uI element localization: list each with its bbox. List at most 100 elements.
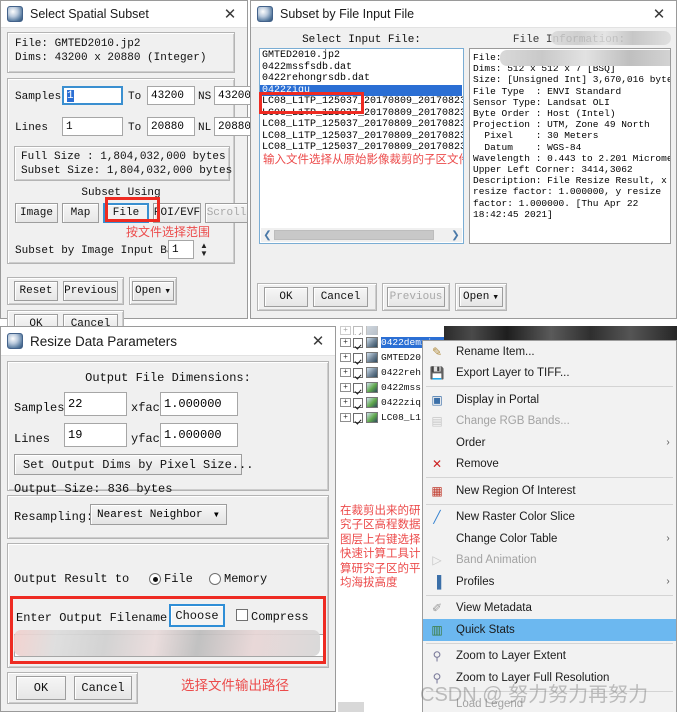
- file-list-hscrollbar[interactable]: ❮ ❯: [261, 228, 462, 242]
- annotation-line: 究子区高程数据: [340, 519, 421, 532]
- output-file-radio[interactable]: [149, 573, 161, 585]
- samples-start-value: 1: [67, 89, 74, 102]
- file-information-box: File: Dims: 512 x 512 x 7 [BSQ] Size: [Uns…: [469, 48, 671, 244]
- chevron-down-icon: ▾: [492, 292, 500, 304]
- file-list-item[interactable]: LC08_L1TP_125037_20170809_20170823_01_T1…: [260, 131, 463, 143]
- menu-item-quick-stats[interactable]: ▥ Quick Stats: [423, 619, 676, 641]
- choose-button[interactable]: Choose: [169, 604, 225, 627]
- open-button[interactable]: Open ▾: [132, 281, 174, 301]
- visibility-checkbox[interactable]: [353, 337, 363, 348]
- close-icon[interactable]: ✕: [646, 3, 672, 25]
- stepper-down-icon: ▼: [200, 248, 208, 258]
- out-lines-input[interactable]: 19: [64, 423, 127, 447]
- expand-icon[interactable]: +: [340, 368, 351, 377]
- lines-start-input[interactable]: 1: [62, 117, 123, 136]
- hscroll-thumb[interactable]: [274, 230, 434, 240]
- menu-item-rename-item[interactable]: ✎ Rename Item...: [423, 341, 676, 363]
- previous-button[interactable]: Previous: [63, 281, 118, 301]
- chevron-left-icon[interactable]: ❮: [261, 230, 274, 241]
- lines-end-value: 20880: [151, 120, 185, 133]
- file-list-item[interactable]: 0422mssfsdb.dat: [260, 62, 462, 74]
- file-info-line: File Type : ENVI Standard: [473, 85, 622, 97]
- expand-icon[interactable]: +: [340, 338, 351, 347]
- annotation-line: 快速计算工具计: [340, 548, 421, 561]
- file-list-item[interactable]: GMTED2010.jp2: [260, 50, 462, 62]
- source-dims-line: Dims: 43200 x 20880 (Integer): [15, 52, 207, 64]
- samples-end-input[interactable]: 43200: [147, 86, 195, 105]
- resampling-select[interactable]: Nearest Neighbor ▾: [90, 504, 227, 525]
- subset-using-file-button[interactable]: File: [103, 203, 149, 223]
- menu-item-view-metadata[interactable]: ✐ View Metadata: [423, 598, 676, 620]
- open-menu-panel: Open ▾: [455, 283, 507, 311]
- samples-start-input[interactable]: 1: [62, 86, 123, 105]
- expand-icon[interactable]: +: [340, 398, 351, 407]
- out-samples-input[interactable]: 22: [64, 392, 127, 416]
- menu-item-label: Change RGB Bands...: [456, 415, 570, 428]
- output-memory-radio[interactable]: [209, 573, 221, 585]
- roi-icon: ▦: [431, 483, 443, 498]
- visibility-checkbox[interactable]: [353, 397, 363, 408]
- set-output-dims-button[interactable]: Set Output Dims by Pixel Size...: [14, 454, 253, 475]
- visibility-checkbox[interactable]: [353, 352, 363, 363]
- menu-item-zoom-to-layer-extent[interactable]: ⚲ Zoom to Layer Extent: [423, 646, 676, 668]
- subset-using-map-button[interactable]: Map: [62, 203, 99, 223]
- cancel-button[interactable]: Cancel: [74, 676, 132, 700]
- subset-using-image-button[interactable]: Image: [15, 203, 58, 223]
- cancel-button[interactable]: Cancel: [313, 287, 368, 307]
- ok-button[interactable]: OK: [264, 287, 308, 307]
- visibility-checkbox[interactable]: [353, 367, 363, 378]
- expand-icon[interactable]: +: [340, 353, 351, 362]
- reset-button[interactable]: Reset: [14, 281, 58, 301]
- samples-to-label: To: [128, 91, 142, 103]
- menu-item-export-layer-to-tiff[interactable]: 💾 Export Layer to TIFF...: [423, 363, 676, 385]
- resampling-value: Nearest Neighbor: [97, 508, 203, 521]
- annotation-subset-using: 按文件选择范围: [126, 225, 211, 239]
- xfac-input[interactable]: 1.000000: [160, 392, 238, 416]
- out-samples-label: Samples: [14, 401, 65, 415]
- file-list-item[interactable]: LC08_L1TP_125037_20170809_20170823_01_T1…: [260, 142, 463, 154]
- menu-item-label: Remove: [456, 458, 499, 471]
- annotation-line: 算研究子区的平: [340, 562, 421, 575]
- menu-item-label: Export Layer to TIFF...: [456, 367, 570, 380]
- file-list-item[interactable]: LC08_L1TP_125037_20170809_20170823_01_T1…: [260, 119, 463, 131]
- page-title: Select Spatial Subset: [30, 7, 149, 21]
- file-list[interactable]: GMTED2010.jp2 0422mssfsdb.dat 0422rehongrs…: [259, 48, 464, 244]
- visibility-checkbox[interactable]: [353, 412, 363, 423]
- close-icon[interactable]: ✕: [305, 330, 331, 352]
- band-stepper[interactable]: ▲ ▼: [197, 239, 211, 260]
- compress-checkbox[interactable]: [236, 609, 248, 621]
- expand-icon[interactable]: +: [340, 383, 351, 392]
- file-list-item[interactable]: LC08_L1TP_125037_20170809_20170823_01_T1…: [260, 108, 463, 120]
- menu-item-new-region-of-interest[interactable]: ▦ New Region Of Interest: [423, 480, 676, 502]
- yfac-input[interactable]: 1.000000: [160, 423, 238, 447]
- close-icon[interactable]: ✕: [217, 3, 243, 25]
- menu-item-new-raster-color-slice[interactable]: ╱ New Raster Color Slice: [423, 507, 676, 529]
- layer-icon: [366, 337, 378, 348]
- menu-item-label: Change Color Table: [456, 532, 558, 545]
- menu-item-order[interactable]: Order ›: [423, 432, 676, 454]
- menu-item-display-in-portal[interactable]: ▣ Display in Portal: [423, 389, 676, 411]
- menu-item-remove[interactable]: ✕ Remove: [423, 454, 676, 476]
- expand-icon[interactable]: +: [340, 413, 351, 422]
- lines-end-input[interactable]: 20880: [147, 117, 195, 136]
- menu-item-profiles[interactable]: ▐ Profiles ›: [423, 571, 676, 593]
- visibility-checkbox[interactable]: [353, 326, 363, 335]
- chevron-right-icon[interactable]: ❯: [449, 230, 462, 241]
- subset-using-roi-evf-button[interactable]: ROI/EVF: [153, 203, 201, 223]
- file-info-line: Datum : WGS-84: [473, 141, 582, 153]
- redaction-info-header: [551, 31, 671, 45]
- samples-end-value: 43200: [151, 89, 185, 102]
- ok-button[interactable]: OK: [16, 676, 66, 700]
- file-list-item[interactable]: 0422rehongrsdb.dat: [260, 73, 462, 85]
- file-list-item[interactable]: LC08_L1TP_125037_20170809_20170823_01_T1…: [260, 96, 463, 108]
- file-list-item[interactable]: 0422ziqu: [260, 84, 462, 96]
- output-filename-label: Enter Output Filename: [16, 611, 168, 625]
- open-button[interactable]: Open ▾: [459, 287, 503, 307]
- expand-icon[interactable]: +: [340, 326, 351, 335]
- band-animation-icon: ▷: [432, 553, 442, 568]
- context-menu-items: ✎ Rename Item... 💾 Export Layer to TIFF... ▣…: [423, 341, 676, 712]
- visibility-checkbox[interactable]: [353, 382, 363, 393]
- annotation-quick-stats: 在裁剪出来的研 究子区高程数据 图层上右键选择 快速计算工具计 算研究子区的平 均海拔高度: [340, 504, 421, 590]
- band-input[interactable]: 1: [168, 240, 194, 259]
- menu-item-change-color-table[interactable]: Change Color Table ›: [423, 528, 676, 550]
